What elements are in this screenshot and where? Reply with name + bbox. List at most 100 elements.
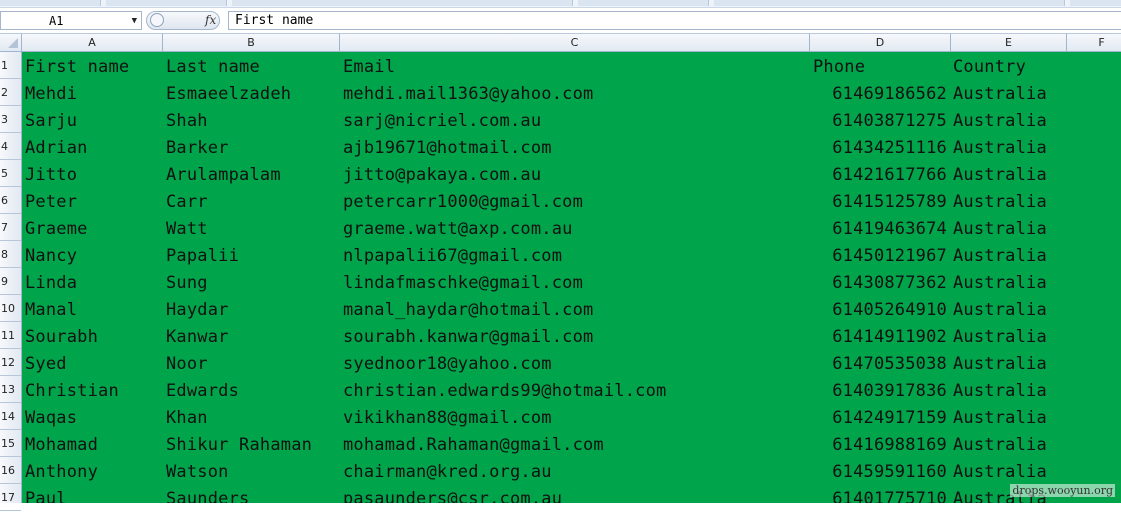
row-header[interactable]: 4 bbox=[0, 133, 21, 160]
cell-phone[interactable]: 61421617766 bbox=[810, 160, 947, 187]
row-header[interactable]: 14 bbox=[0, 403, 21, 430]
cell-phone[interactable]: 61419463674 bbox=[810, 214, 947, 241]
name-box[interactable]: A1 ▼ bbox=[0, 11, 142, 30]
cell-country[interactable]: Australia bbox=[953, 214, 1047, 241]
cell-phone[interactable]: 61430877362 bbox=[810, 268, 947, 295]
cancel-circle-icon[interactable] bbox=[150, 13, 164, 27]
cell-country[interactable]: Australia bbox=[953, 241, 1047, 268]
cell-email[interactable]: chairman@kred.org.au bbox=[343, 457, 552, 484]
row-header[interactable]: 6 bbox=[0, 187, 21, 214]
cell-country[interactable]: Australia bbox=[953, 349, 1047, 376]
cell-country[interactable]: Australia bbox=[953, 133, 1047, 160]
row-header[interactable]: 16 bbox=[0, 457, 21, 484]
cell-header-first-name[interactable]: First name bbox=[25, 52, 129, 79]
cell-country[interactable]: Australia bbox=[953, 403, 1047, 430]
cell-last-name[interactable]: Saunders bbox=[166, 484, 249, 503]
column-header-f[interactable]: F bbox=[1067, 34, 1121, 51]
cell-email[interactable]: petercarr1000@gmail.com bbox=[343, 187, 583, 214]
cell-email[interactable]: ajb19671@hotmail.com bbox=[343, 133, 552, 160]
insert-function-button[interactable]: fx bbox=[205, 12, 216, 29]
cell-country[interactable]: Australia bbox=[953, 322, 1047, 349]
row-header[interactable]: 5 bbox=[0, 160, 21, 187]
cell-email[interactable]: nlpapalii67@gmail.com bbox=[343, 241, 562, 268]
cell-country[interactable]: Australia bbox=[953, 457, 1047, 484]
row-header[interactable]: 8 bbox=[0, 241, 21, 268]
cell-phone[interactable]: 61459591160 bbox=[810, 457, 947, 484]
cell-email[interactable]: lindafmaschke@gmail.com bbox=[343, 268, 583, 295]
cell-phone[interactable]: 61424917159 bbox=[810, 403, 947, 430]
cell-first-name[interactable]: Manal bbox=[25, 295, 77, 322]
cell-last-name[interactable]: Esmaeelzadeh bbox=[166, 79, 291, 106]
cell-first-name[interactable]: Sarju bbox=[25, 106, 77, 133]
cell-first-name[interactable]: Adrian bbox=[25, 133, 88, 160]
cell-phone[interactable]: 61470535038 bbox=[810, 349, 947, 376]
cell-first-name[interactable]: Linda bbox=[25, 268, 77, 295]
cell-country[interactable]: Australia bbox=[953, 79, 1047, 106]
cell-first-name[interactable]: Mohamad bbox=[25, 430, 98, 457]
cell-email[interactable]: christian.edwards99@hotmail.com bbox=[343, 376, 666, 403]
cell-header-email[interactable]: Email bbox=[343, 52, 395, 79]
cell-first-name[interactable]: Syed bbox=[25, 349, 67, 376]
cell-last-name[interactable]: Edwards bbox=[166, 376, 239, 403]
cell-email[interactable]: vikikhan88@gmail.com bbox=[343, 403, 552, 430]
cell-last-name[interactable]: Shah bbox=[166, 106, 208, 133]
cell-header-last-name[interactable]: Last name bbox=[166, 52, 260, 79]
row-header[interactable]: 1 bbox=[0, 52, 21, 79]
cell-first-name[interactable]: Anthony bbox=[25, 457, 98, 484]
cell-phone[interactable]: 61403871275 bbox=[810, 106, 947, 133]
column-header-c[interactable]: C bbox=[340, 34, 810, 51]
row-header[interactable]: 2 bbox=[0, 79, 21, 106]
cell-last-name[interactable]: Papalii bbox=[166, 241, 239, 268]
cell-country[interactable]: Australia bbox=[953, 106, 1047, 133]
cell-phone[interactable]: 61469186562 bbox=[810, 79, 947, 106]
cell-phone[interactable]: 61401775710 bbox=[810, 484, 947, 503]
cell-last-name[interactable]: Barker bbox=[166, 133, 229, 160]
row-header[interactable]: 13 bbox=[0, 376, 21, 403]
cell-last-name[interactable]: Watson bbox=[166, 457, 229, 484]
cell-first-name[interactable]: Waqas bbox=[25, 403, 77, 430]
select-all-button[interactable] bbox=[0, 34, 22, 51]
cell-first-name[interactable]: Jitto bbox=[25, 160, 77, 187]
cell-first-name[interactable]: Nancy bbox=[25, 241, 77, 268]
cell-phone[interactable]: 61450121967 bbox=[810, 241, 947, 268]
cell-phone[interactable]: 61416988169 bbox=[810, 430, 947, 457]
cell-country[interactable]: Australia bbox=[953, 160, 1047, 187]
cell-first-name[interactable]: Paul bbox=[25, 484, 67, 503]
row-header[interactable]: 11 bbox=[0, 322, 21, 349]
cell-country[interactable]: Australia bbox=[953, 268, 1047, 295]
cell-last-name[interactable]: Shikur Rahaman bbox=[166, 430, 312, 457]
row-header[interactable]: 3 bbox=[0, 106, 21, 133]
cell-email[interactable]: graeme.watt@axp.com.au bbox=[343, 214, 573, 241]
column-header-a[interactable]: A bbox=[22, 34, 163, 51]
cell-first-name[interactable]: Sourabh bbox=[25, 322, 98, 349]
formula-input[interactable]: First name bbox=[228, 11, 1121, 30]
cell-last-name[interactable]: Watt bbox=[166, 214, 208, 241]
cell-email[interactable]: sourabh.kanwar@gmail.com bbox=[343, 322, 593, 349]
row-header[interactable]: 17 bbox=[0, 484, 21, 511]
cell-email[interactable]: mohamad.Rahaman@gmail.com bbox=[343, 430, 604, 457]
column-header-d[interactable]: D bbox=[810, 34, 951, 51]
column-header-b[interactable]: B bbox=[163, 34, 340, 51]
cell-first-name[interactable]: Graeme bbox=[25, 214, 88, 241]
cell-first-name[interactable]: Mehdi bbox=[25, 79, 77, 106]
cell-country[interactable]: Australia bbox=[953, 295, 1047, 322]
cell-last-name[interactable]: Noor bbox=[166, 349, 208, 376]
cell-country[interactable]: Australia bbox=[953, 376, 1047, 403]
cell-header-country[interactable]: Country bbox=[953, 52, 1026, 79]
cell-email[interactable]: pasaunders@csr.com.au bbox=[343, 484, 562, 503]
cell-last-name[interactable]: Arulampalam bbox=[166, 160, 281, 187]
row-header[interactable]: 10 bbox=[0, 295, 21, 322]
cell-country[interactable]: Australia bbox=[953, 187, 1047, 214]
cell-first-name[interactable]: Christian bbox=[25, 376, 119, 403]
cell-email[interactable]: mehdi.mail1363@yahoo.com bbox=[343, 79, 593, 106]
cell-phone[interactable]: 61434251116 bbox=[810, 133, 947, 160]
cell-last-name[interactable]: Kanwar bbox=[166, 322, 229, 349]
cell-last-name[interactable]: Haydar bbox=[166, 295, 229, 322]
chevron-down-icon[interactable]: ▼ bbox=[132, 12, 137, 31]
cell-last-name[interactable]: Carr bbox=[166, 187, 208, 214]
cell-phone[interactable]: 61415125789 bbox=[810, 187, 947, 214]
column-header-e[interactable]: E bbox=[951, 34, 1067, 51]
row-header[interactable]: 7 bbox=[0, 214, 21, 241]
cell-email[interactable]: sarj@nicriel.com.au bbox=[343, 106, 541, 133]
cell-first-name[interactable]: Peter bbox=[25, 187, 77, 214]
